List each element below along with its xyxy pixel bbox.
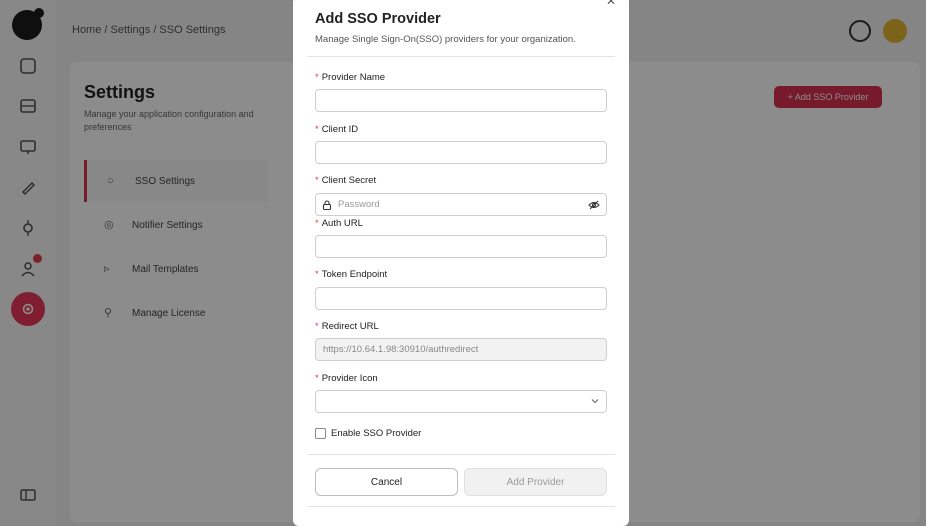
auth-url-label: * Auth URL: [315, 218, 363, 229]
provider-name-label: * Provider Name: [315, 72, 386, 83]
required-marker: *: [315, 124, 319, 135]
cancel-button[interactable]: Cancel: [315, 468, 458, 496]
required-marker: *: [315, 175, 319, 186]
token-endpoint-input[interactable]: [315, 287, 607, 310]
provider-icon-select[interactable]: [315, 390, 607, 413]
auth-url-input[interactable]: [315, 235, 607, 258]
client-id-input[interactable]: [315, 141, 607, 164]
enable-sso-label[interactable]: Enable SSO Provider: [331, 428, 421, 439]
lock-icon: [322, 199, 332, 210]
client-secret-input[interactable]: [338, 199, 588, 210]
provider-name-input[interactable]: [315, 89, 607, 112]
client-secret-label: * Client Secret: [315, 175, 377, 186]
dialog-subtitle: Manage Single Sign-On(SSO) providers for…: [315, 34, 576, 45]
bottom-divider: [307, 506, 615, 507]
required-marker: *: [315, 321, 319, 332]
required-marker: *: [315, 373, 319, 384]
provider-icon-label: * Provider Icon: [315, 373, 378, 384]
close-icon[interactable]: ✕: [605, 0, 617, 8]
chevron-down-icon: [591, 399, 599, 404]
redirect-url-label: * Redirect URL: [315, 321, 379, 332]
footer-divider: [307, 454, 615, 455]
header-divider: [307, 56, 615, 57]
required-marker: *: [315, 269, 319, 280]
enable-sso-checkbox[interactable]: [315, 428, 326, 439]
add-provider-button[interactable]: Add Provider: [464, 468, 607, 496]
client-id-label: * Client ID: [315, 124, 359, 135]
token-endpoint-label: * Token Endpoint: [315, 269, 388, 280]
client-secret-field: [315, 193, 607, 216]
eye-off-icon[interactable]: [588, 200, 600, 210]
required-marker: *: [315, 218, 319, 229]
dialog-title: Add SSO Provider: [315, 11, 441, 27]
required-marker: *: [315, 72, 319, 83]
add-sso-provider-dialog: ✕ Add SSO Provider Manage Single Sign-On…: [293, 0, 629, 526]
redirect-url-input: [315, 338, 607, 361]
